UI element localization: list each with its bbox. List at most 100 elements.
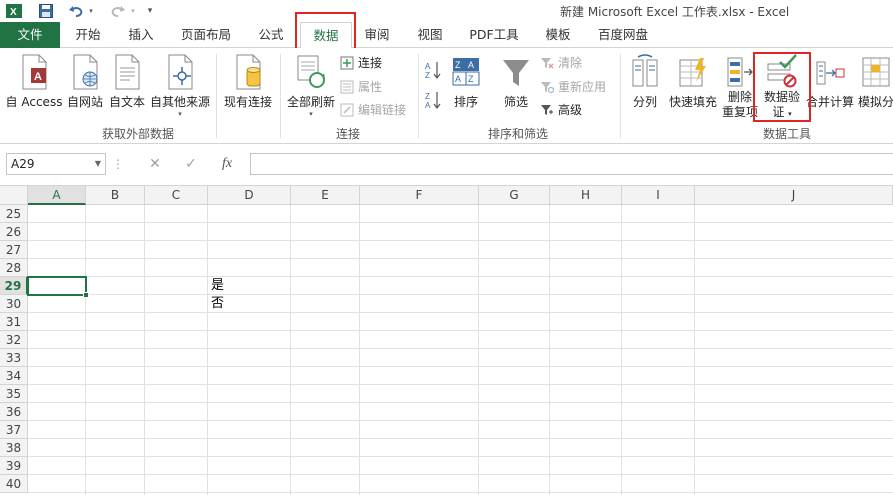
row-header[interactable]: 34 bbox=[0, 367, 28, 385]
row-header[interactable]: 28 bbox=[0, 259, 28, 277]
title-bar: X ▾ ▾ ▾ 新建 Microsoft Excel 工作表.xlsx - Ex… bbox=[0, 0, 893, 22]
advanced-filter-button[interactable]: 高级 bbox=[540, 101, 582, 118]
column-header-d[interactable]: D bbox=[208, 186, 291, 205]
tab-view[interactable]: 视图 bbox=[404, 22, 456, 48]
column-header-g[interactable]: G bbox=[479, 186, 550, 205]
tab-data[interactable]: 数据 bbox=[300, 22, 352, 49]
column-header-e[interactable]: E bbox=[291, 186, 360, 205]
consolidate-label: 合并计算 bbox=[806, 95, 855, 109]
column-header-c[interactable]: C bbox=[145, 186, 208, 205]
chevron-down-icon[interactable]: ▼ bbox=[95, 154, 101, 174]
row-header[interactable]: 37 bbox=[0, 421, 28, 439]
ribbon-tabs: 文件 开始 插入 页面布局 公式 数据 审阅 视图 PDF工具 模板 百度网盘 bbox=[0, 22, 893, 49]
svg-text:Z: Z bbox=[455, 60, 461, 70]
cancel-icon[interactable]: ✕ bbox=[142, 153, 168, 175]
row-header[interactable]: 39 bbox=[0, 457, 28, 475]
row-header-selected[interactable]: 29 bbox=[0, 277, 28, 295]
svg-text:Z: Z bbox=[425, 92, 430, 101]
from-other-sources-button[interactable]: 自其他来源 ▾ bbox=[148, 54, 212, 118]
row-header[interactable]: 31 bbox=[0, 313, 28, 331]
tab-file[interactable]: 文件 bbox=[0, 22, 60, 48]
column-header-f[interactable]: F bbox=[360, 186, 479, 205]
sort-descending-button[interactable]: Z A bbox=[424, 90, 442, 110]
edit-links-button[interactable]: 编辑链接 bbox=[340, 101, 406, 118]
clear-label: 清除 bbox=[558, 56, 583, 70]
sort-ascending-button[interactable]: A Z bbox=[424, 60, 442, 80]
formula-input[interactable] bbox=[250, 153, 893, 175]
name-box[interactable]: A29 ▼ bbox=[6, 153, 106, 175]
row-header[interactable]: 40 bbox=[0, 475, 28, 493]
tab-pdf-tools[interactable]: PDF工具 bbox=[458, 22, 530, 48]
group-divider bbox=[280, 54, 281, 138]
redo-icon[interactable] bbox=[108, 1, 128, 21]
enter-icon[interactable]: ✓ bbox=[178, 153, 204, 175]
clear-filter-button[interactable]: 清除 bbox=[540, 54, 582, 71]
column-header-b[interactable]: B bbox=[86, 186, 145, 205]
text-to-columns-icon bbox=[632, 54, 658, 87]
tab-templates[interactable]: 模板 bbox=[532, 22, 584, 48]
insert-function-icon[interactable]: fx bbox=[214, 153, 240, 175]
tab-page-layout[interactable]: 页面布局 bbox=[168, 22, 244, 48]
cell-area[interactable] bbox=[28, 205, 893, 495]
tab-baidu-netdisk[interactable]: 百度网盘 bbox=[584, 22, 662, 48]
customize-qat-icon[interactable]: ▾ bbox=[144, 1, 156, 21]
connections-button[interactable]: 连接 bbox=[340, 54, 382, 71]
redo-dropdown-icon[interactable]: ▾ bbox=[128, 1, 138, 21]
refresh-icon bbox=[297, 55, 325, 88]
properties-icon bbox=[340, 80, 354, 93]
fill-handle[interactable] bbox=[83, 292, 89, 298]
from-text-button[interactable]: 自文本 bbox=[106, 54, 148, 110]
remove-duplicates-button[interactable]: 删除 重复项 bbox=[720, 54, 760, 120]
row-header[interactable]: 35 bbox=[0, 385, 28, 403]
row-header[interactable]: 32 bbox=[0, 331, 28, 349]
refresh-all-button[interactable]: 全部刷新 ▾ bbox=[284, 54, 338, 118]
row-header[interactable]: 30 bbox=[0, 295, 28, 313]
column-header-i[interactable]: I bbox=[622, 186, 695, 205]
undo-icon[interactable] bbox=[66, 1, 86, 21]
column-header-h[interactable]: H bbox=[550, 186, 622, 205]
cell-d30[interactable]: 否 bbox=[211, 295, 224, 312]
group-divider bbox=[216, 54, 217, 138]
filter-button[interactable]: 筛选 bbox=[498, 54, 534, 110]
flash-fill-button[interactable]: 快速填充 bbox=[666, 54, 720, 110]
consolidate-button[interactable]: 合并计算 bbox=[806, 54, 854, 110]
column-header-j[interactable]: J bbox=[695, 186, 893, 205]
from-web-button[interactable]: 自网站 bbox=[64, 54, 106, 110]
remove-duplicates-label-2: 重复项 bbox=[721, 105, 758, 119]
cell-d29[interactable]: 是 bbox=[211, 277, 224, 294]
existing-connections-button[interactable]: 现有连接 bbox=[220, 54, 276, 110]
advanced-filter-icon bbox=[541, 104, 553, 115]
what-if-analysis-button[interactable]: 模拟分 bbox=[856, 54, 893, 110]
svg-text:A: A bbox=[425, 62, 431, 71]
excel-icon[interactable]: X bbox=[4, 1, 24, 21]
tab-home[interactable]: 开始 bbox=[62, 22, 114, 48]
row-header[interactable]: 26 bbox=[0, 223, 28, 241]
active-cell-a29[interactable] bbox=[27, 276, 87, 296]
text-to-columns-button[interactable]: 分列 bbox=[626, 54, 664, 110]
sort-button[interactable]: Z A A Z 排序 bbox=[448, 54, 484, 110]
row-header[interactable]: 27 bbox=[0, 241, 28, 259]
excel-window: X ▾ ▾ ▾ 新建 Microsoft Excel 工作表.xlsx - Ex… bbox=[0, 0, 893, 495]
row-header[interactable]: 25 bbox=[0, 205, 28, 223]
column-header-a[interactable]: A bbox=[28, 186, 86, 205]
tab-insert[interactable]: 插入 bbox=[114, 22, 168, 48]
tab-review[interactable]: 审阅 bbox=[352, 22, 402, 48]
svg-text:A: A bbox=[455, 74, 461, 84]
properties-button[interactable]: 属性 bbox=[340, 78, 382, 95]
reapply-button[interactable]: 重新应用 bbox=[540, 78, 606, 95]
window-title: 新建 Microsoft Excel 工作表.xlsx - Excel bbox=[560, 5, 790, 19]
row-header[interactable]: 38 bbox=[0, 439, 28, 457]
text-to-columns-label: 分列 bbox=[632, 95, 657, 109]
from-access-button[interactable]: A 自 Access bbox=[4, 54, 64, 110]
data-validation-button[interactable]: 数据验 证 ▾ bbox=[760, 54, 804, 122]
filter-label: 筛选 bbox=[503, 95, 528, 109]
save-icon[interactable] bbox=[36, 1, 56, 21]
row-header[interactable]: 36 bbox=[0, 403, 28, 421]
select-all-button[interactable] bbox=[0, 186, 28, 205]
svg-text:A: A bbox=[468, 60, 474, 70]
resize-handle-icon[interactable]: ⋮ bbox=[112, 153, 124, 175]
tab-formulas[interactable]: 公式 bbox=[244, 22, 298, 48]
worksheet-grid: A B C D E F G H I J 25 26 27 28 29 30 31… bbox=[0, 186, 893, 495]
undo-dropdown-icon[interactable]: ▾ bbox=[86, 1, 96, 21]
row-header[interactable]: 33 bbox=[0, 349, 28, 367]
